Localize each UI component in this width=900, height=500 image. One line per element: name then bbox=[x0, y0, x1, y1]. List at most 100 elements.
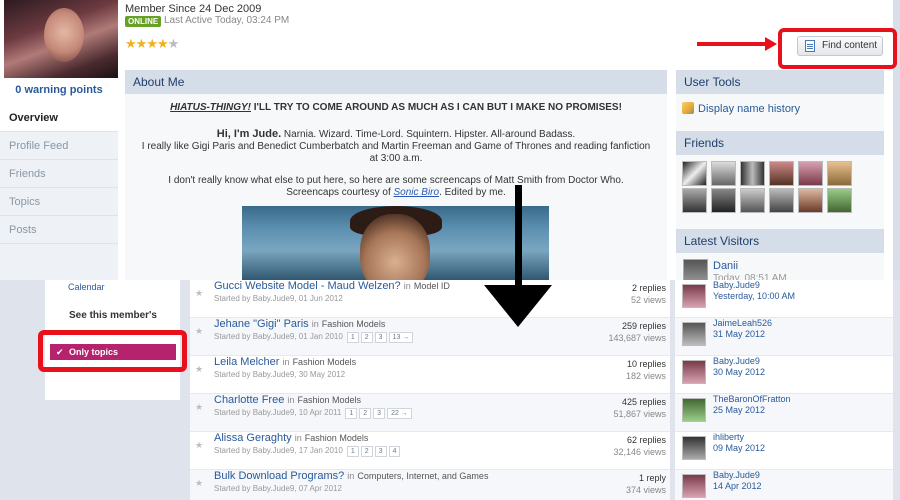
topic-forum-link[interactable]: Computers, Internet, and Games bbox=[357, 471, 488, 481]
last-post-row: JaimeLeah526 31 May 2012 bbox=[675, 318, 893, 356]
only-topics-filter[interactable]: ✔ Only topics bbox=[50, 344, 176, 360]
last-poster-avatar[interactable] bbox=[682, 398, 706, 422]
friend-avatar[interactable] bbox=[682, 188, 707, 213]
online-badge: ONLINE bbox=[125, 16, 162, 27]
page-link[interactable]: 4 bbox=[388, 446, 401, 457]
sonic-biro-link[interactable]: Sonic Biro bbox=[394, 187, 440, 198]
topic-title-link[interactable]: Bulk Download Programs? bbox=[214, 470, 344, 482]
last-poster-name[interactable]: Baby.Jude9 bbox=[713, 280, 760, 290]
friend-avatar[interactable] bbox=[827, 188, 852, 213]
topic-title-line: Alissa Geraghty in Fashion Models bbox=[214, 432, 368, 444]
page-link[interactable]: 3 bbox=[374, 446, 387, 457]
calendar-link[interactable]: Calendar bbox=[68, 282, 105, 292]
friend-avatar[interactable] bbox=[740, 161, 765, 186]
page-link[interactable]: 3 bbox=[373, 408, 386, 419]
nav-profile-feed[interactable]: Profile Feed bbox=[0, 132, 118, 160]
topic-forum-link[interactable]: Fashion Models bbox=[293, 357, 357, 367]
page-link[interactable]: 3 bbox=[374, 332, 387, 343]
last-poster-name[interactable]: Baby.Jude9 bbox=[713, 356, 760, 366]
star-icon[interactable]: ★ bbox=[195, 402, 203, 413]
topic-started-by: Started by Baby.Jude9, 01 Jun 2012 bbox=[214, 294, 343, 303]
last-poster-name[interactable]: JaimeLeah526 bbox=[713, 318, 772, 328]
member-since: Member Since 24 Dec 2009 bbox=[125, 3, 262, 15]
page-link[interactable]: 2 bbox=[359, 408, 372, 419]
rating-stars[interactable]: ★★★★★ bbox=[125, 36, 179, 52]
topic-views: 182 views bbox=[625, 371, 666, 381]
latest-visitors-block: Latest Visitors Danii Today, 08:51 AM bbox=[676, 229, 884, 284]
topic-forum-link[interactable]: Fashion Models bbox=[297, 395, 361, 405]
friend-avatar[interactable] bbox=[769, 161, 794, 186]
topic-title-line: Jehane "Gigi" Paris in Fashion Models bbox=[214, 318, 385, 330]
display-name-history-link[interactable]: Display name history bbox=[698, 103, 800, 115]
find-content-button[interactable]: Find content bbox=[797, 36, 883, 56]
screencaps-paragraph: I don't really know what else to put her… bbox=[139, 175, 653, 199]
last-poster-avatar[interactable] bbox=[682, 322, 706, 346]
intro-heading: Hi, I'm Jude. bbox=[216, 128, 282, 140]
topic-title-link[interactable]: Jehane "Gigi" Paris bbox=[214, 318, 309, 330]
last-poster-avatar[interactable] bbox=[682, 474, 706, 498]
page-link[interactable]: 1 bbox=[346, 332, 359, 343]
warning-points[interactable]: 0 warning points bbox=[0, 84, 118, 96]
topic-list: ★ Gucci Website Model - Maud Welzen? in M… bbox=[190, 280, 670, 500]
last-post-date[interactable]: 30 May 2012 bbox=[713, 367, 765, 377]
topic-replies: 1 reply bbox=[638, 473, 666, 483]
topic-replies: 259 replies bbox=[621, 321, 666, 331]
last-poster-name[interactable]: TheBaronOfFratton bbox=[713, 394, 791, 404]
friend-avatar[interactable] bbox=[740, 188, 765, 213]
pencil-icon bbox=[682, 102, 694, 114]
star-icon[interactable]: ★ bbox=[195, 364, 203, 375]
topic-started-by: Started by Baby.Jude9, 17 Jan 2010 bbox=[214, 446, 343, 455]
page-link[interactable]: 2 bbox=[360, 332, 373, 343]
last-poster-avatar[interactable] bbox=[682, 360, 706, 384]
friend-avatar[interactable] bbox=[798, 188, 823, 213]
nav-overview[interactable]: Overview bbox=[0, 104, 118, 132]
profile-avatar[interactable] bbox=[4, 0, 118, 78]
star-icon[interactable]: ★ bbox=[195, 440, 203, 451]
friend-avatar[interactable] bbox=[682, 161, 707, 186]
star-icon[interactable]: ★ bbox=[195, 288, 203, 299]
page-link[interactable]: 2 bbox=[360, 446, 373, 457]
last-poster-avatar[interactable] bbox=[682, 436, 706, 460]
last-post-date[interactable]: 14 Apr 2012 bbox=[713, 481, 762, 491]
friend-avatar[interactable] bbox=[769, 188, 794, 213]
screencaps-prefix: Screencaps courtesy of bbox=[286, 187, 394, 198]
find-content-label: Find content bbox=[822, 40, 878, 51]
last-post-row: Baby.Jude9 14 Apr 2012 bbox=[675, 470, 893, 500]
last-poster-name[interactable]: ihliberty bbox=[713, 432, 744, 442]
visitor-name[interactable]: Danii bbox=[713, 260, 738, 272]
nav-posts[interactable]: Posts bbox=[0, 216, 118, 244]
last-post-date[interactable]: 31 May 2012 bbox=[713, 329, 765, 339]
last-poster-avatar[interactable] bbox=[682, 284, 706, 308]
friend-avatar[interactable] bbox=[827, 161, 852, 186]
friend-avatar[interactable] bbox=[711, 188, 736, 213]
last-post-date[interactable]: 09 May 2012 bbox=[713, 443, 765, 453]
topic-meta: Started by Baby.Jude9, 30 May 2012 bbox=[214, 370, 345, 379]
last-poster-name[interactable]: Baby.Jude9 bbox=[713, 470, 760, 480]
topic-title-link[interactable]: Leila Melcher bbox=[214, 356, 279, 368]
friend-avatar[interactable] bbox=[798, 161, 823, 186]
friend-avatar[interactable] bbox=[711, 161, 736, 186]
page-link[interactable]: 22 → bbox=[387, 408, 412, 419]
last-post-date[interactable]: 25 May 2012 bbox=[713, 405, 765, 415]
topic-title-link[interactable]: Charlotte Free bbox=[214, 394, 284, 406]
page-link[interactable]: 13 → bbox=[388, 332, 414, 343]
last-post-date[interactable]: Yesterday, 10:00 AM bbox=[713, 291, 795, 301]
hiatus-link[interactable]: HIATUS-THINGY! bbox=[170, 102, 251, 113]
topic-started-by: Started by Baby.Jude9, 07 Apr 2012 bbox=[214, 484, 342, 493]
topic-forum-link[interactable]: Fashion Models bbox=[305, 433, 369, 443]
topic-forum-link[interactable]: Fashion Models bbox=[322, 319, 386, 329]
see-member-heading: See this member's bbox=[69, 310, 157, 321]
star-icon: ★ bbox=[125, 36, 137, 51]
topic-forum-link[interactable]: Model ID bbox=[414, 281, 450, 291]
last-post-row: Baby.Jude9 Yesterday, 10:00 AM bbox=[675, 280, 893, 318]
page-link[interactable]: 1 bbox=[346, 446, 359, 457]
topic-title-link[interactable]: Alissa Geraghty bbox=[214, 432, 292, 444]
topic-meta: Started by Baby.Jude9, 17 Jan 2010 1 2 3 4 bbox=[214, 446, 402, 457]
star-icon[interactable]: ★ bbox=[195, 478, 203, 489]
nav-topics[interactable]: Topics bbox=[0, 188, 118, 216]
friend-grid bbox=[682, 161, 884, 213]
page-link[interactable]: 1 bbox=[345, 408, 358, 419]
star-icon[interactable]: ★ bbox=[195, 326, 203, 337]
topic-title-link[interactable]: Gucci Website Model - Maud Welzen? bbox=[214, 280, 401, 292]
nav-friends[interactable]: Friends bbox=[0, 160, 118, 188]
